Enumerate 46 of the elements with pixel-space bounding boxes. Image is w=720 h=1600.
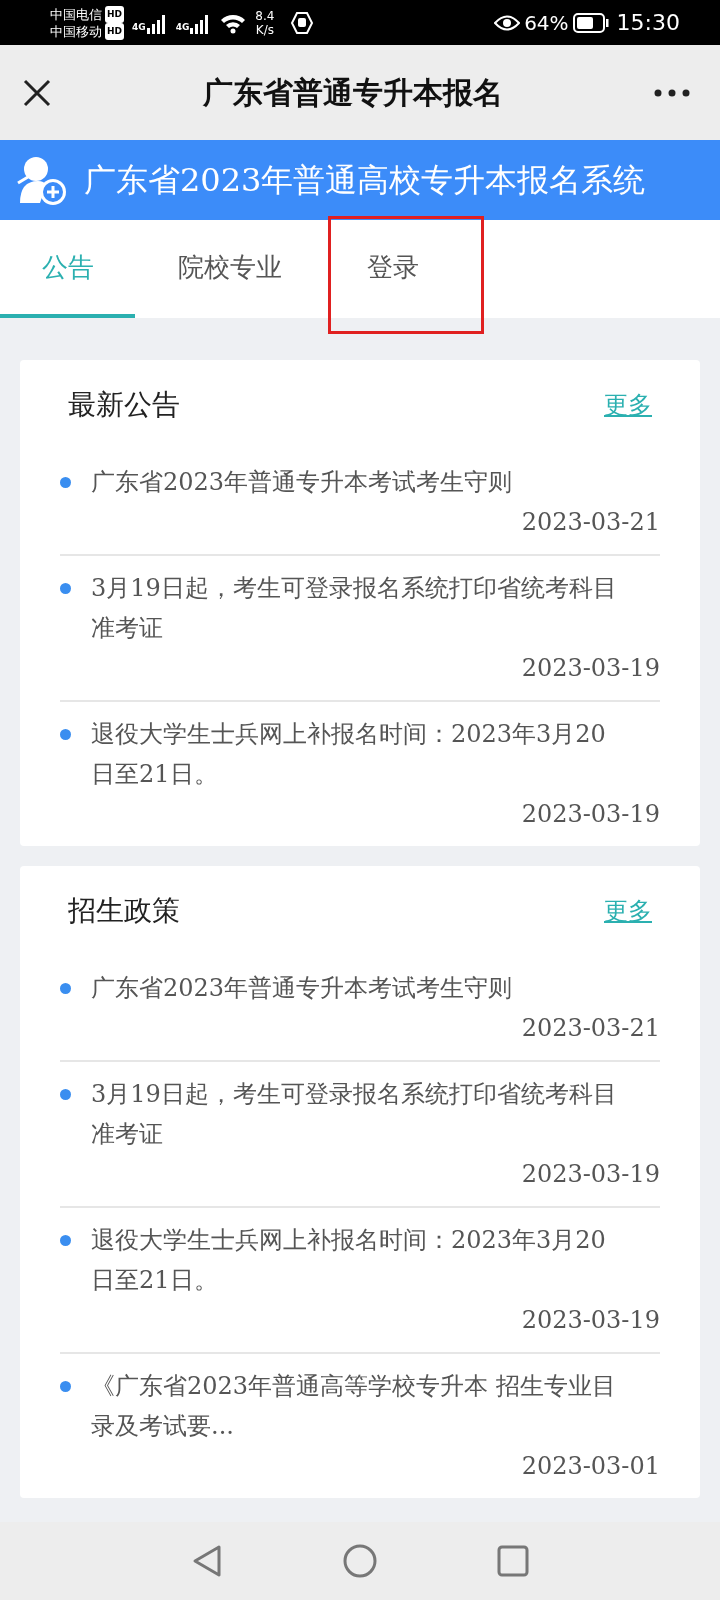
notice-date: 2023-03-21 <box>520 1013 660 1044</box>
bullet-icon <box>60 1235 71 1246</box>
banner-title: 广东省2023年普通高校专升本报名系统 <box>84 160 646 201</box>
battery-icon <box>572 12 609 33</box>
more-icon[interactable] <box>654 88 690 97</box>
notice-title[interactable]: 广东省2023年普通专升本考试考生守则 <box>91 968 553 1008</box>
clock: 15:30 <box>616 9 680 37</box>
notice-date: 2023-03-19 <box>520 799 660 830</box>
bullet-icon <box>60 477 71 488</box>
notice-title[interactable]: 退役大学生士兵网上补报名时间：2023年3月20日至21日。 <box>91 714 660 794</box>
tab[interactable]: 登录 <box>325 220 460 318</box>
hd-badge: HD <box>105 5 124 23</box>
notice-title[interactable]: 3月19日起，考生可登录报名系统打印省统考科目准考证 <box>91 1074 660 1154</box>
notice-date: 2023-03-21 <box>520 507 660 538</box>
notice-date: 2023-03-19 <box>520 1159 660 1190</box>
section-title: 招生政策 <box>68 893 180 929</box>
battery-percent: 64% <box>524 9 569 37</box>
speed-value: 8.4 <box>255 8 275 23</box>
eye-icon <box>494 13 521 32</box>
tab[interactable]: 院校专业 <box>135 220 325 318</box>
bullet-icon <box>60 1381 71 1392</box>
bullet-icon <box>60 729 71 740</box>
notice-title[interactable]: 3月19日起，考生可登录报名系统打印省统考科目准考证 <box>91 568 660 648</box>
bullet-icon <box>60 1089 71 1100</box>
home-icon[interactable] <box>343 1544 377 1578</box>
notice-title[interactable]: 退役大学生士兵网上补报名时间：2023年3月20日至21日。 <box>91 1220 660 1300</box>
notice-date: 2023-03-01 <box>520 1451 660 1482</box>
window-title: 广东省普通专升本报名 <box>203 74 503 112</box>
notice-date: 2023-03-19 <box>520 1305 660 1336</box>
hand-icon <box>290 10 315 35</box>
back-icon[interactable] <box>191 1544 223 1578</box>
notice-date: 2023-03-19 <box>520 653 660 684</box>
speed-unit: K/s <box>255 22 275 37</box>
bullet-icon <box>60 583 71 594</box>
notice-title[interactable]: 广东省2023年普通专升本考试考生守则 <box>91 462 553 502</box>
notice-title[interactable]: 《广东省2023年普通高等学校专升本 招生专业目录及考试要... <box>91 1366 660 1446</box>
bullet-icon <box>60 983 71 994</box>
close-icon[interactable] <box>22 77 52 108</box>
recent-apps-icon[interactable] <box>497 1545 529 1577</box>
carrier-name: 中国电信 <box>50 5 102 23</box>
hd-badge: HD <box>105 22 124 40</box>
section-title: 最新公告 <box>68 387 180 423</box>
network-type: 4G <box>132 20 146 34</box>
signal-icon <box>145 14 168 35</box>
carrier-name: 中国移动 <box>50 22 102 40</box>
network-type: 4G <box>175 20 190 34</box>
